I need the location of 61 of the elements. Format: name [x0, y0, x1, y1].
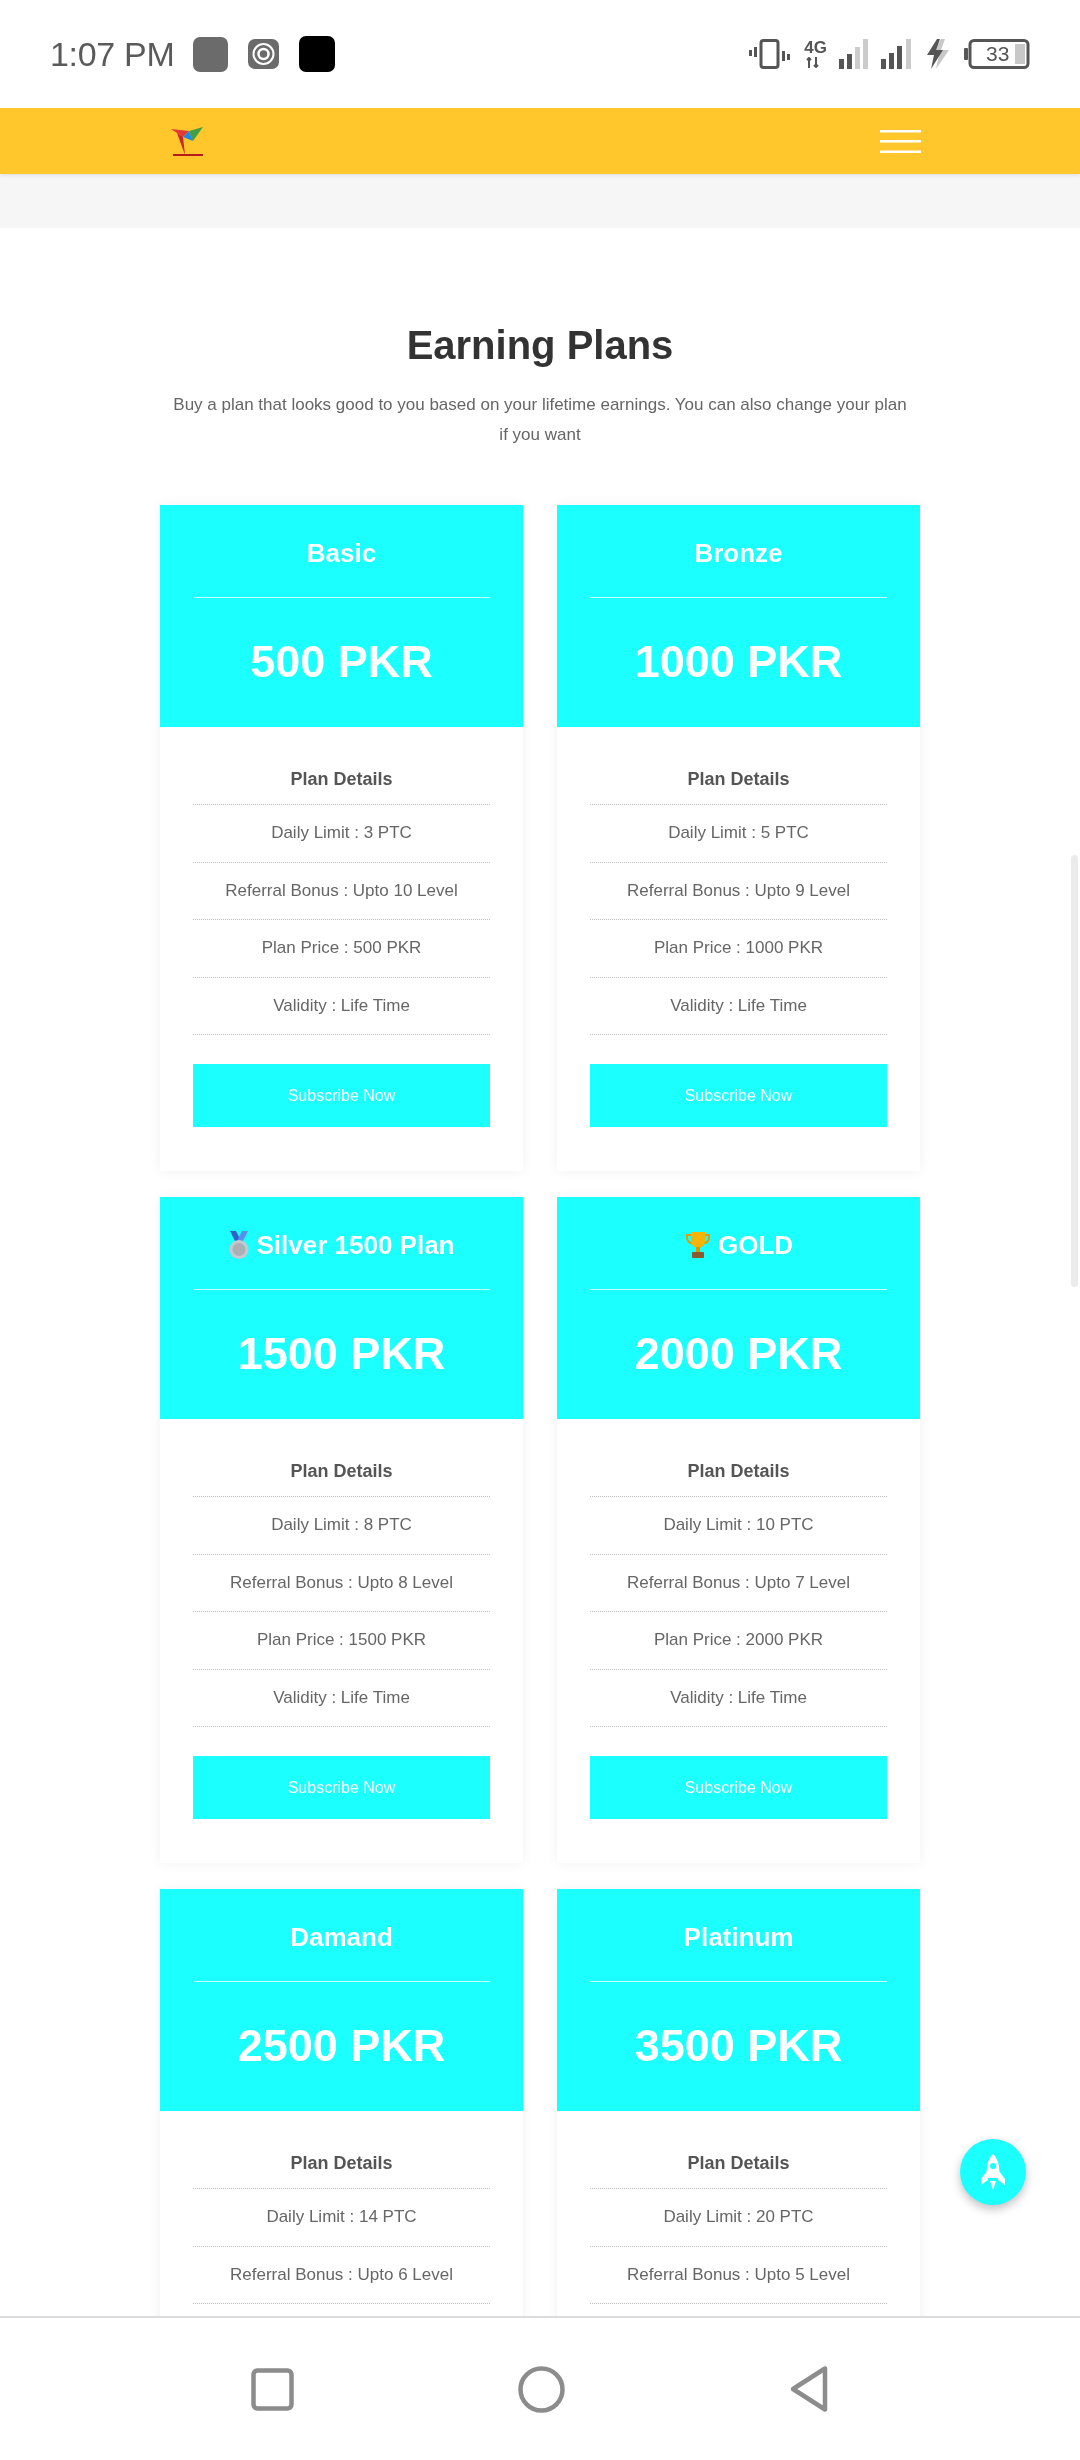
plan-details-title: Plan Details — [590, 1458, 887, 1497]
plan-details-title: Plan Details — [193, 2150, 490, 2189]
charging-icon — [924, 39, 952, 69]
plan-detail: Referral Bonus : Upto 5 Level — [590, 2246, 887, 2304]
medal-icon — [228, 1231, 251, 1259]
plan-name: Basic — [306, 537, 377, 570]
plan-name: Platinum — [683, 1921, 794, 1954]
recents-icon[interactable] — [251, 2367, 294, 2411]
plan-detail: Daily Limit : 10 PTC — [590, 1497, 887, 1555]
plan-detail: Validity : Life Time — [193, 977, 490, 1035]
network-type-label: 4G — [804, 40, 827, 56]
plan-price: 3500 PKR — [633, 2019, 844, 2073]
plan-detail: Referral Bonus : Upto 8 Level — [193, 1554, 490, 1612]
signal-icon — [839, 39, 869, 69]
plan-detail: Validity : Life Time — [193, 1669, 490, 1727]
plan-details-title: Plan Details — [590, 766, 887, 805]
vibrate-icon — [748, 39, 793, 69]
plan-detail: Plan Price : 1000 PKR — [590, 920, 887, 978]
plan-detail: Daily Limit : 3 PTC — [193, 805, 490, 863]
app-notification-icon — [192, 36, 228, 72]
app-notification-icon — [298, 36, 335, 72]
plan-name: Damand — [290, 1921, 393, 1954]
plan-price: 1500 PKR — [236, 1327, 447, 1381]
home-icon[interactable] — [518, 2365, 565, 2413]
section-title: Earning Plans — [405, 322, 675, 369]
subscribe-button[interactable]: Subscribe Now — [590, 1756, 887, 1819]
plan-detail: Plan Price : 1500 PKR — [193, 1612, 490, 1670]
trophy-icon — [683, 1231, 712, 1259]
plan-details-title: Plan Details — [590, 2150, 887, 2189]
plan-detail: Daily Limit : 5 PTC — [590, 805, 887, 863]
battery-percentage: 33 — [986, 41, 1010, 67]
section-subtitle: Buy a plan that looks good to you based on your lifetime earnings. You can also change your plan if you want — [172, 394, 908, 446]
plan-details-title: Plan Details — [193, 1458, 490, 1497]
plan-detail: Referral Bonus : Upto 6 Level — [193, 2246, 490, 2304]
subscribe-button[interactable]: Subscribe Now — [193, 1064, 490, 1127]
rocket-icon — [980, 2154, 1006, 2190]
subscribe-button[interactable]: Subscribe Now — [590, 1064, 887, 1127]
plan-name: Bronze — [694, 537, 783, 570]
plan-price: 2500 PKR — [236, 2019, 447, 2073]
plan-detail: Referral Bonus : Upto 9 Level — [590, 862, 887, 920]
plan-details-title: Plan Details — [193, 766, 490, 805]
signal-icon — [881, 39, 912, 69]
plan-detail: Referral Bonus : Upto 7 Level — [590, 1554, 887, 1612]
plan-name: Silver 1500 Plan — [256, 1229, 455, 1262]
plan-detail: Plan Price : 2000 PKR — [590, 1612, 887, 1670]
plan-detail: Validity : Life Time — [590, 1669, 887, 1727]
plan-price: 500 PKR — [249, 635, 434, 689]
plan-detail: Daily Limit : 8 PTC — [193, 1497, 490, 1555]
plan-detail: Plan Price : 500 PKR — [193, 920, 490, 978]
plan-detail: Referral Bonus : Upto 10 Level — [193, 862, 490, 920]
subscribe-button[interactable]: Subscribe Now — [193, 1756, 490, 1819]
circle-app-icon — [247, 39, 279, 69]
back-icon[interactable] — [789, 2365, 829, 2413]
plan-name: GOLD — [717, 1229, 794, 1262]
plan-price: 1000 PKR — [633, 635, 844, 689]
plan-price: 2000 PKR — [633, 1327, 844, 1381]
plan-detail: Daily Limit : 20 PTC — [590, 2189, 887, 2247]
plan-detail: Validity : Life Time — [590, 977, 887, 1035]
battery-icon — [964, 39, 1030, 69]
status-time: 1:07 PM — [50, 34, 175, 74]
plan-detail: Daily Limit : 14 PTC — [193, 2189, 490, 2247]
